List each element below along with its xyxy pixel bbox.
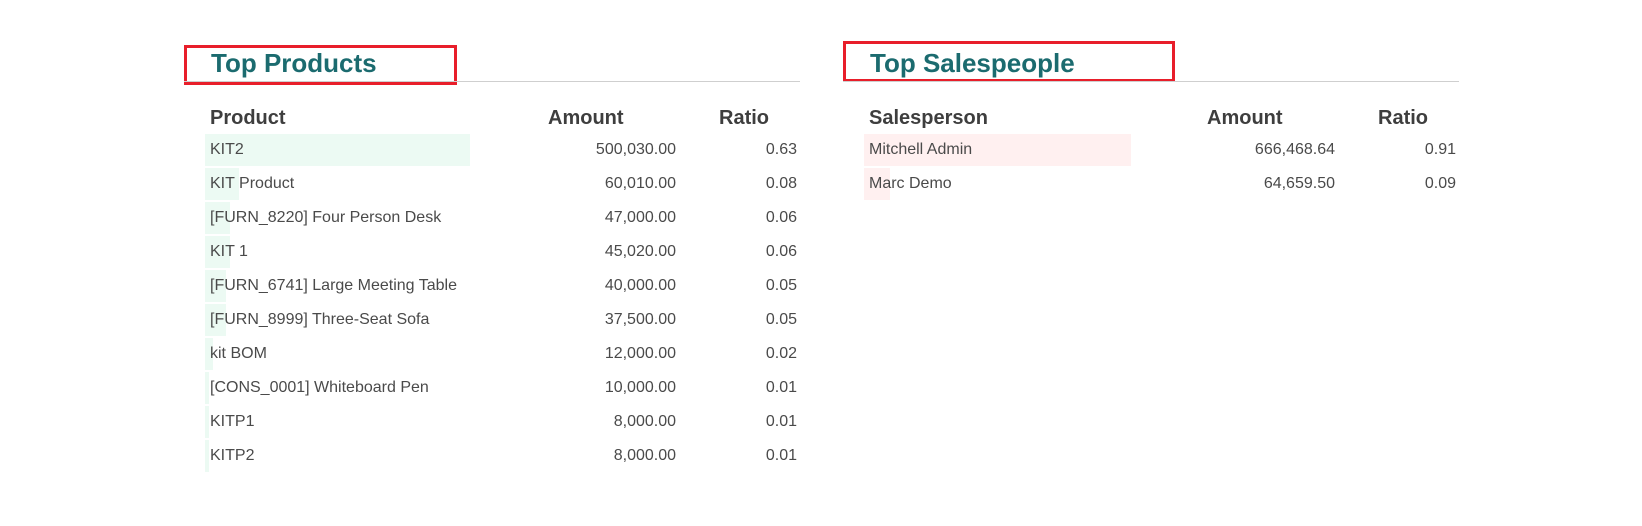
table-row[interactable]: [FURN_6741] Large Meeting Table 40,000.00…: [205, 269, 800, 303]
top-products-table: Product Amount Ratio KIT2 500,030.00 0.63 K…: [205, 103, 800, 473]
table-row[interactable]: KIT 1 45,020.00 0.06: [205, 235, 800, 269]
row-name-cell: Mitchell Admin: [869, 141, 973, 158]
table-row[interactable]: Mitchell Admin 666,468.64 0.91: [864, 133, 1459, 167]
amount-column-header[interactable]: Amount: [548, 103, 624, 133]
top-products-panel: Top Products Product Amount Ratio KIT2 50…: [184, 0, 800, 526]
row-name-cell: [FURN_8999] Three-Seat Sofa: [210, 311, 430, 328]
table-row[interactable]: kit BOM 12,000.00 0.02: [205, 337, 800, 371]
row-name-cell: [FURN_6741] Large Meeting Table: [210, 277, 457, 294]
top-products-highlight-box: [184, 45, 457, 85]
row-amount-cell: 37,500.00: [604, 311, 676, 328]
table-row[interactable]: Marc Demo 64,659.50 0.09: [864, 167, 1459, 201]
top-salespeople-highlight-box: [843, 41, 1175, 82]
top-products-rows: KIT2 500,030.00 0.63 KIT Product 60,010.00 0.…: [205, 133, 800, 473]
table-row[interactable]: [FURN_8999] Three-Seat Sofa 37,500.00 0.05: [205, 303, 800, 337]
row-name-cell: KIT Product: [210, 175, 295, 192]
top-salespeople-table: Salesperson Amount Ratio Mitchell Admin 6…: [864, 103, 1459, 201]
table-row[interactable]: KIT2 500,030.00 0.63: [205, 133, 800, 167]
top-salespeople-rows: Mitchell Admin 666,468.64 0.91 Marc Demo 64,…: [864, 133, 1459, 201]
row-ratio-cell: 0.06: [765, 209, 797, 226]
row-amount-cell: 64,659.50: [1263, 175, 1335, 192]
row-amount-cell: 500,030.00: [595, 141, 676, 158]
row-ratio-cell: 0.63: [765, 141, 797, 158]
ratio-column-header[interactable]: Ratio: [719, 103, 769, 133]
row-name-cell: [CONS_0001] Whiteboard Pen: [210, 379, 429, 396]
row-ratio-cell: 0.91: [1424, 141, 1456, 158]
top-products-table-header: Product Amount Ratio: [205, 103, 800, 133]
row-name-cell: KITP1: [210, 413, 255, 430]
table-row[interactable]: [FURN_8220] Four Person Desk 47,000.00 0.0…: [205, 201, 800, 235]
row-amount-cell: 666,468.64: [1254, 141, 1335, 158]
salesperson-column-header[interactable]: Salesperson: [864, 103, 988, 133]
row-ratio-cell: 0.05: [765, 311, 797, 328]
row-amount-cell: 8,000.00: [613, 413, 676, 430]
table-row[interactable]: KITP2 8,000.00 0.01: [205, 439, 800, 473]
top-salespeople-header: Top Salespeople: [843, 0, 1459, 84]
row-ratio-cell: 0.09: [1424, 175, 1456, 192]
top-products-divider: [184, 81, 800, 82]
row-amount-cell: 40,000.00: [604, 277, 676, 294]
row-ratio-cell: 0.01: [765, 413, 797, 430]
top-salespeople-table-header: Salesperson Amount Ratio: [864, 103, 1459, 133]
top-products-header: Top Products: [184, 0, 800, 85]
row-amount-cell: 10,000.00: [604, 379, 676, 396]
amount-column-header[interactable]: Amount: [1207, 103, 1283, 133]
row-name-cell: Marc Demo: [869, 175, 952, 192]
table-row[interactable]: KITP1 8,000.00 0.01: [205, 405, 800, 439]
row-name-cell: kit BOM: [210, 345, 267, 362]
table-row[interactable]: KIT Product 60,010.00 0.08: [205, 167, 800, 201]
product-column-header[interactable]: Product: [205, 103, 286, 133]
row-ratio-cell: 0.05: [765, 277, 797, 294]
row-ratio-cell: 0.01: [765, 379, 797, 396]
ratio-column-header[interactable]: Ratio: [1378, 103, 1428, 133]
top-salespeople-divider: [843, 81, 1459, 82]
row-amount-cell: 60,010.00: [604, 175, 676, 192]
row-name-cell: KIT 1: [210, 243, 248, 260]
row-ratio-cell: 0.06: [765, 243, 797, 260]
row-name-cell: [FURN_8220] Four Person Desk: [210, 209, 442, 226]
table-row[interactable]: [CONS_0001] Whiteboard Pen 10,000.00 0.01: [205, 371, 800, 405]
row-amount-cell: 8,000.00: [613, 447, 676, 464]
row-ratio-cell: 0.02: [765, 345, 797, 362]
ratio-bar: [205, 134, 470, 166]
row-amount-cell: 47,000.00: [604, 209, 676, 226]
top-salespeople-panel: Top Salespeople Salesperson Amount Ratio…: [843, 0, 1459, 526]
row-amount-cell: 12,000.00: [604, 345, 676, 362]
row-amount-cell: 45,020.00: [604, 243, 676, 260]
row-ratio-cell: 0.08: [765, 175, 797, 192]
row-name-cell: KIT2: [210, 141, 244, 158]
row-ratio-cell: 0.01: [765, 447, 797, 464]
row-name-cell: KITP2: [210, 447, 255, 464]
